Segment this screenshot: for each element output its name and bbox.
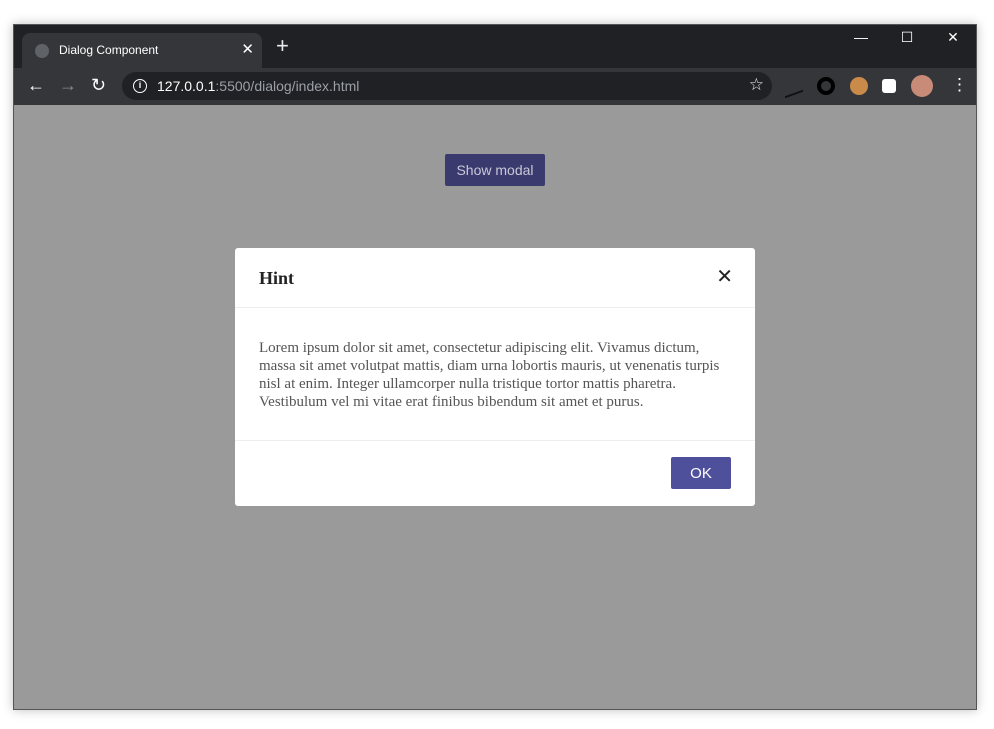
address-bar[interactable]: i 127.0.0.1:5500/dialog/index.html ☆ xyxy=(122,72,772,100)
page-content: Show modal Hint ✕ Lorem ipsum dolor sit … xyxy=(14,105,976,709)
close-tab-icon[interactable]: ✕ xyxy=(241,40,254,58)
tab-bar: Dialog Component ✕ + — ☐ ✕ xyxy=(14,25,976,68)
tab-title: Dialog Component xyxy=(59,43,159,57)
info-icon[interactable]: i xyxy=(133,79,147,93)
hint-dialog: Hint ✕ Lorem ipsum dolor sit amet, conse… xyxy=(235,248,755,506)
globe-icon xyxy=(35,44,49,58)
show-modal-button[interactable]: Show modal xyxy=(445,154,545,186)
reload-button[interactable]: ↻ xyxy=(91,75,106,96)
toolbar: ← → ↻ i 127.0.0.1:5500/dialog/index.html… xyxy=(14,68,976,105)
glasses-extension-icon[interactable] xyxy=(850,77,868,95)
close-window-button[interactable]: ✕ xyxy=(930,29,976,46)
dialog-title: Hint xyxy=(259,268,295,288)
profile-avatar[interactable] xyxy=(911,75,933,97)
circle-extension-icon[interactable] xyxy=(817,77,835,95)
dialog-footer: OK xyxy=(235,441,755,505)
menu-icon[interactable]: ⋮ xyxy=(951,75,968,95)
url-text[interactable]: 127.0.0.1:5500/dialog/index.html xyxy=(157,78,359,94)
new-tab-button[interactable]: + xyxy=(276,35,289,57)
bookmark-star-icon[interactable]: ☆ xyxy=(749,75,764,95)
back-button[interactable]: ← xyxy=(27,75,45,96)
dialog-header: Hint ✕ xyxy=(235,248,755,308)
puzzle-extensions-icon[interactable] xyxy=(882,79,896,93)
close-icon[interactable]: ✕ xyxy=(716,264,733,289)
ok-button[interactable]: OK xyxy=(671,457,731,489)
browser-window: Dialog Component ✕ + — ☐ ✕ ← → ↻ i 127.0… xyxy=(13,24,977,710)
dialog-body: Lorem ipsum dolor sit amet, consectetur … xyxy=(235,308,755,441)
maximize-button[interactable]: ☐ xyxy=(884,29,930,46)
translate-extension-icon[interactable] xyxy=(785,73,803,99)
minimize-button[interactable]: — xyxy=(838,29,884,45)
tab-dialog-component[interactable]: Dialog Component ✕ xyxy=(22,33,262,68)
forward-button[interactable]: → xyxy=(59,75,77,96)
